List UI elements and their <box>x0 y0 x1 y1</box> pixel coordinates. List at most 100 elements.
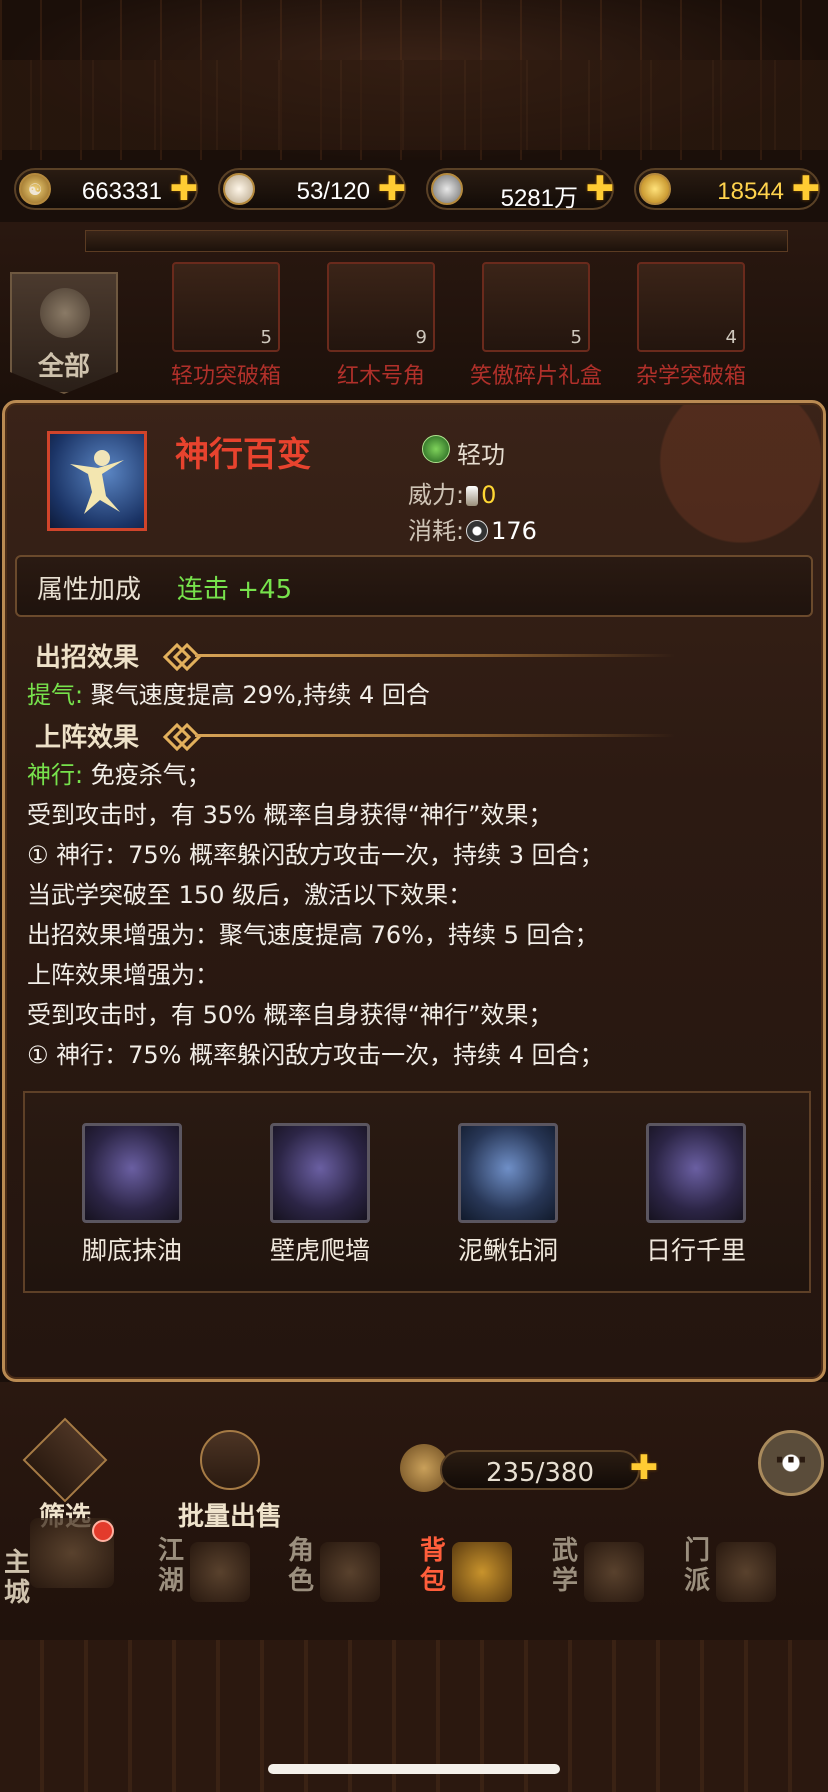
main-navigation: 主城 江湖 角色 背包 武学 门派 <box>0 1512 828 1632</box>
shelf-item[interactable]: 5 轻功突破箱 <box>171 262 281 389</box>
sub-skill-name: 泥鳅钻洞 <box>457 1236 558 1265</box>
sub-skill-name: 脚底抹油 <box>81 1236 182 1265</box>
nav-backpack[interactable]: 背包 <box>400 1512 520 1622</box>
nav-label: 背包 <box>420 1536 447 1596</box>
sub-skill-icon <box>458 1123 558 1223</box>
character-icon <box>320 1542 380 1602</box>
gold-ingot-icon <box>639 173 671 205</box>
nav-label: 门派 <box>684 1536 711 1596</box>
shelf-item[interactable]: 5 笑傲碎片礼盒 <box>470 262 602 389</box>
item-name: 红木号角 <box>336 364 425 389</box>
resource-gold-ingot: 18544 ✚ <box>634 168 820 210</box>
attribute-bonus-box: 属性加成 连击 +45 <box>15 555 813 617</box>
jianghu-icon <box>190 1542 250 1602</box>
formation-effect-line: 当武学突破至 150 级后，激活以下效果： <box>27 881 473 909</box>
item-count: 5 <box>260 327 272 348</box>
nav-character[interactable]: 角色 <box>268 1512 388 1622</box>
section-divider <box>195 654 675 657</box>
nav-martial-arts[interactable]: 武学 <box>532 1512 652 1622</box>
attack-effect-heading: 出招效果 <box>35 643 140 673</box>
resource-silver-coin: 5281万 ✚ <box>426 168 616 212</box>
bag-capacity: 235/380 <box>440 1450 640 1490</box>
add-silver-button[interactable]: ✚ <box>584 172 616 206</box>
cost-label: 消耗: <box>408 517 465 545</box>
sub-skill-name: 壁虎爬墙 <box>269 1236 370 1265</box>
steamed-bun-icon <box>223 173 255 205</box>
attack-effect-line: 提气: 聚气速度提高 29%,持续 4 回合 <box>27 675 430 710</box>
skill-detail-popup[interactable]: 神行百变 轻功 威力: 0 消耗: 176 属性加成 连击 +45 出招效果 提气:… <box>2 400 826 1382</box>
sub-skill[interactable]: 日行千里 <box>641 1123 751 1267</box>
section-divider <box>195 734 675 737</box>
bag-icon <box>40 288 90 338</box>
shelf-rail <box>85 230 788 252</box>
add-gold-button[interactable]: ✚ <box>790 172 822 206</box>
resource-value: 53/120 <box>296 178 370 205</box>
formation-effect-line: 出招效果增强为：聚气速度提高 76%，持续 5 回合； <box>27 921 599 949</box>
nav-sect[interactable]: 门派 <box>664 1512 784 1622</box>
resource-value: 18544 <box>717 178 784 205</box>
resource-bar: ☯ 663331 ✚ 53/120 ✚ 5281万 ✚ 18544 ✚ <box>0 168 828 214</box>
shelf-item[interactable]: 9 红木号角 <box>327 262 435 389</box>
nav-label: 角色 <box>288 1536 315 1596</box>
shelf-item[interactable]: 4 杂学突破箱 <box>636 262 746 389</box>
sub-skill[interactable]: 壁虎爬墙 <box>265 1123 375 1267</box>
top-background <box>0 0 828 160</box>
item-name: 轻功突破箱 <box>170 364 281 389</box>
power-label: 威力: <box>408 481 465 509</box>
filter-icon <box>22 1417 108 1503</box>
power-stat: 威力: 0 <box>408 475 496 510</box>
coin-pile-icon <box>200 1430 260 1490</box>
item-name: 笑傲碎片礼盒 <box>469 364 602 389</box>
scroll-icon <box>584 1542 644 1602</box>
sub-skill-icon <box>82 1123 182 1223</box>
resource-taiji-coin: ☯ 663331 ✚ <box>14 168 198 210</box>
skill-name: 神行百变 <box>175 435 311 475</box>
sub-skill[interactable]: 脚底抹油 <box>77 1123 187 1267</box>
sub-skill-icon <box>646 1123 746 1223</box>
formation-effect-line: 上阵效果增强为： <box>27 961 219 989</box>
formation-effect-line: 受到攻击时，有 50% 概率自身获得“神行”效果； <box>27 1001 553 1029</box>
effect-key: 神行: <box>27 761 84 789</box>
expand-capacity-button[interactable]: ✚ <box>628 1451 660 1485</box>
formation-effect-heading: 上阵效果 <box>35 723 140 753</box>
resource-value: 663331 <box>81 178 162 205</box>
sub-skill-name: 日行千里 <box>645 1236 746 1265</box>
add-stamina-button[interactable]: ✚ <box>376 172 408 206</box>
silver-coin-icon <box>431 173 463 205</box>
resource-steamed-bun: 53/120 ✚ <box>218 168 406 210</box>
item-count: 9 <box>415 327 427 348</box>
taiji-coin-icon: ☯ <box>19 173 51 205</box>
filter-tab-label: 全部 <box>37 352 90 382</box>
sub-skill[interactable]: 泥鳅钻洞 <box>453 1123 563 1267</box>
effect-key: 提气: <box>27 681 84 709</box>
martial-artist-figure <box>70 450 124 514</box>
attribute-label: 属性加成 <box>37 575 142 605</box>
item-count: 5 <box>570 327 582 348</box>
sub-skill-tray: 脚底抹油 壁虎爬墙 泥鳅钻洞 日行千里 <box>23 1091 811 1293</box>
nav-label: 江湖 <box>158 1536 185 1596</box>
resource-value: 5281万 <box>500 185 578 212</box>
formation-effect-line: 神行: 免疫杀气； <box>27 755 211 790</box>
chat-button[interactable]: ··· <box>758 1430 824 1496</box>
sub-skill-icon <box>270 1123 370 1223</box>
add-taiji-coin-button[interactable]: ✚ <box>168 172 200 206</box>
item-count: 4 <box>725 327 737 348</box>
cost-value: 176 <box>491 517 537 545</box>
effect-text: 聚气速度提高 29%,持续 4 回合 <box>83 681 430 709</box>
home-indicator[interactable] <box>268 1764 560 1774</box>
formation-effect-line: ① 神行：75% 概率躲闪敌方攻击一次，持续 3 回合； <box>27 841 604 869</box>
item-name: 杂学突破箱 <box>635 364 746 389</box>
skill-type-icon <box>422 435 450 463</box>
cauldron-icon <box>716 1542 776 1602</box>
nav-jianghu[interactable]: 江湖 <box>138 1512 258 1622</box>
skill-portrait-icon <box>47 431 147 531</box>
skill-type-label: 轻功 <box>457 441 505 469</box>
formation-effect-line: ① 神行：75% 概率躲闪敌方攻击一次，持续 4 回合； <box>27 1041 604 1069</box>
nav-label: 武学 <box>552 1536 579 1596</box>
yin-yang-icon <box>466 520 489 542</box>
attribute-value: 连击 +45 <box>177 575 293 605</box>
filter-tab-all[interactable]: 全部 <box>10 272 118 394</box>
formation-effect-line: 受到攻击时，有 35% 概率自身获得“神行”效果； <box>27 801 553 829</box>
cost-stat: 消耗: 176 <box>408 511 537 546</box>
capacity-value: 235/380 <box>485 1458 594 1488</box>
